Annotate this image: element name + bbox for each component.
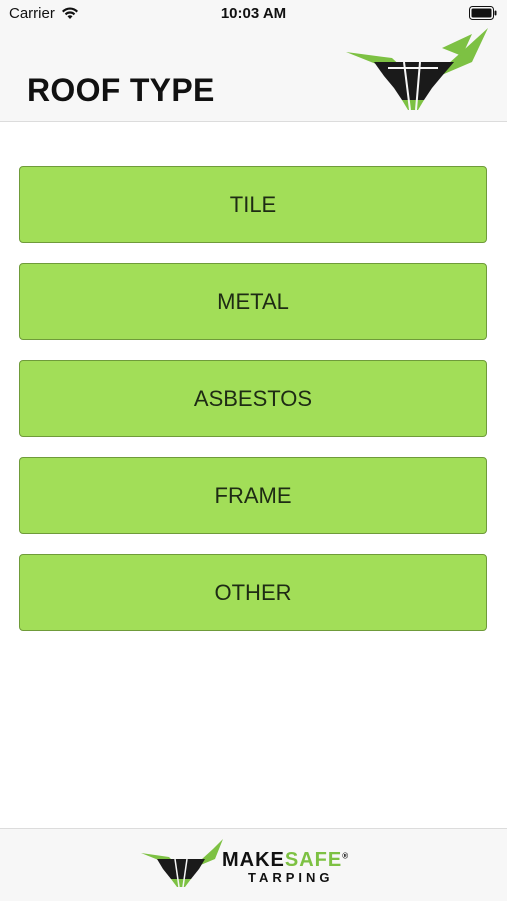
brand-registered-mark: ® [342,851,350,861]
roof-type-button-list: TILE METAL ASBESTOS FRAME OTHER [19,166,489,651]
asbestos-button[interactable]: ASBESTOS [19,360,487,437]
makesafe-footer-logo-icon [141,839,223,888]
makesafe-logo-icon [346,28,488,111]
tile-button[interactable]: TILE [19,166,487,243]
brand-name: MAKESAFE® [222,849,349,872]
frame-button[interactable]: FRAME [19,457,487,534]
battery-icon [469,6,497,20]
brand-make: MAKE [222,849,285,871]
status-time: 10:03 AM [220,5,287,22]
brand-subtitle: TARPING [248,870,334,885]
brand-safe: SAFE [284,849,343,871]
status-bar: Carrier 10:03 AM [0,0,507,28]
brand-wordmark: MAKESAFE® TARPING [222,849,349,885]
header: ROOF TYPE [0,28,507,122]
footer: MAKESAFE® TARPING [0,828,507,901]
other-button[interactable]: OTHER [19,554,487,631]
page-title: ROOF TYPE [27,72,215,108]
metal-button[interactable]: METAL [19,263,487,340]
